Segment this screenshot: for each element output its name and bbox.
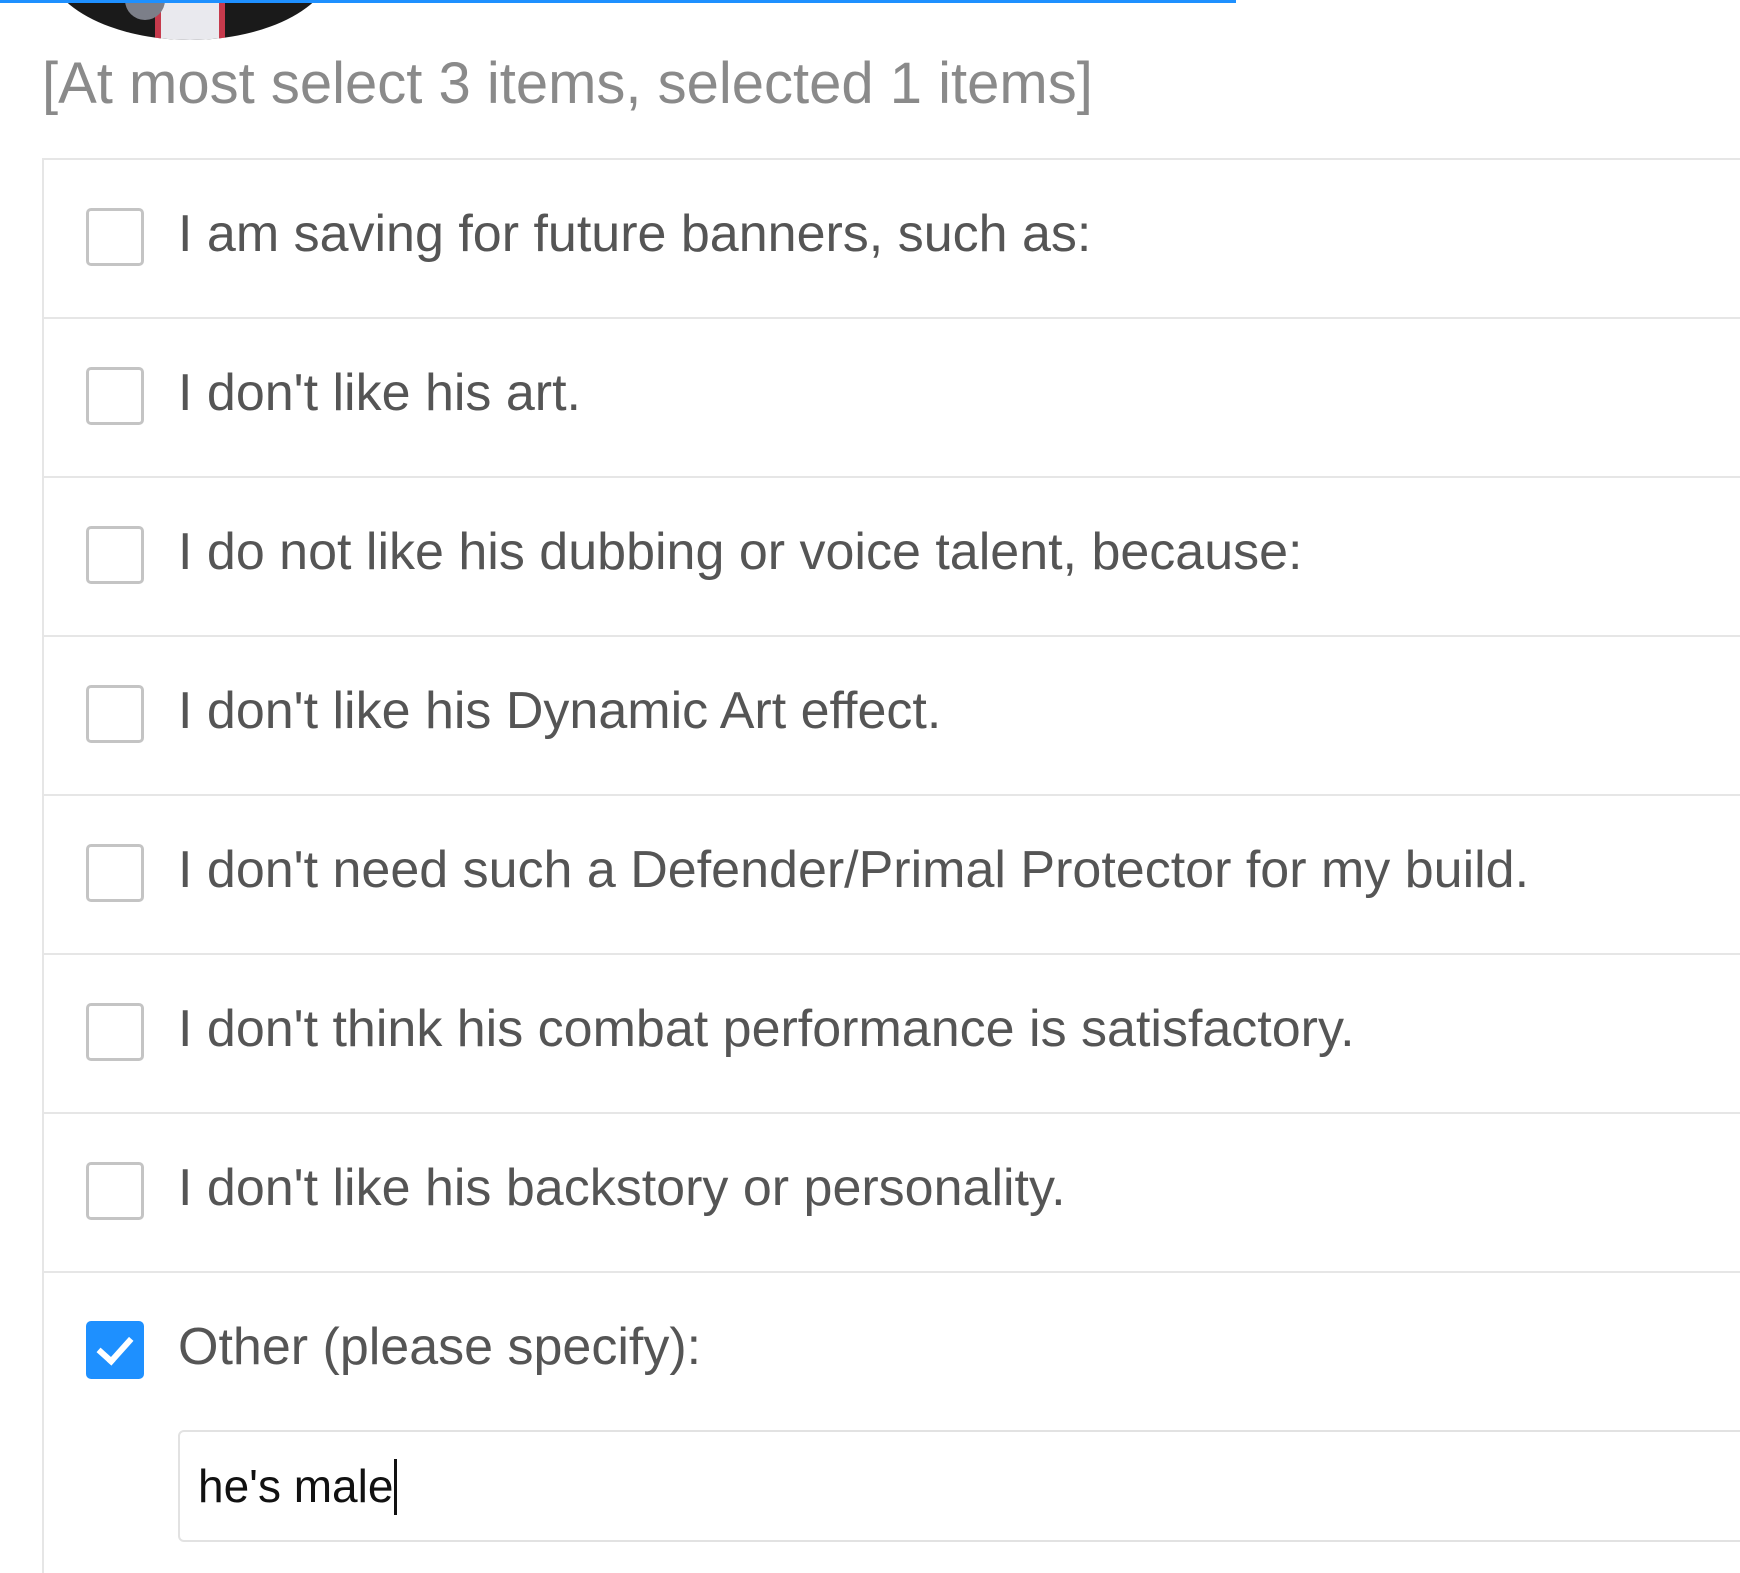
checkbox[interactable] — [86, 367, 144, 425]
progress-bar — [0, 0, 1236, 3]
selection-limit-hint: [At most select 3 items, selected 1 item… — [42, 51, 1093, 116]
checkbox[interactable] — [86, 1003, 144, 1061]
option-label: Other (please specify): — [178, 1318, 702, 1376]
checkbox[interactable] — [86, 1162, 144, 1220]
option-dislike-art[interactable]: I don't like his art. — [44, 319, 1740, 478]
option-label: I don't like his Dynamic Art effect. — [178, 682, 942, 740]
checkbox-option-list: I am saving for future banners, such as:… — [42, 158, 1740, 1573]
text-caret — [394, 1458, 398, 1515]
option-label: I do not like his dubbing or voice talen… — [178, 523, 1303, 581]
option-combat-performance[interactable]: I don't think his combat performance is … — [44, 955, 1740, 1114]
option-saving-for-banners[interactable]: I am saving for future banners, such as: — [44, 160, 1740, 319]
character-avatar — [45, 0, 335, 40]
option-label: I don't need such a Defender/Primal Prot… — [178, 841, 1530, 899]
option-label: I don't like his backstory or personalit… — [178, 1159, 1066, 1217]
checkbox[interactable] — [86, 685, 144, 743]
checkbox[interactable] — [86, 844, 144, 902]
option-other[interactable]: Other (please specify): he's male — [44, 1273, 1740, 1573]
avatar-figure — [155, 0, 225, 40]
other-input-value: he's male — [198, 1460, 394, 1512]
top-header-strip — [0, 0, 1740, 40]
other-specify-input[interactable]: he's male — [178, 1430, 1740, 1542]
option-no-need-defender[interactable]: I don't need such a Defender/Primal Prot… — [44, 796, 1740, 955]
checkbox-checked[interactable] — [86, 1321, 144, 1379]
option-dislike-voice[interactable]: I do not like his dubbing or voice talen… — [44, 478, 1740, 637]
option-label: I don't think his combat performance is … — [178, 1000, 1355, 1058]
checkbox[interactable] — [86, 526, 144, 584]
option-label: I don't like his art. — [178, 364, 581, 422]
checkbox[interactable] — [86, 208, 144, 266]
option-label: I am saving for future banners, such as: — [178, 205, 1092, 263]
option-dislike-backstory[interactable]: I don't like his backstory or personalit… — [44, 1114, 1740, 1273]
option-dislike-dynamic-art[interactable]: I don't like his Dynamic Art effect. — [44, 637, 1740, 796]
